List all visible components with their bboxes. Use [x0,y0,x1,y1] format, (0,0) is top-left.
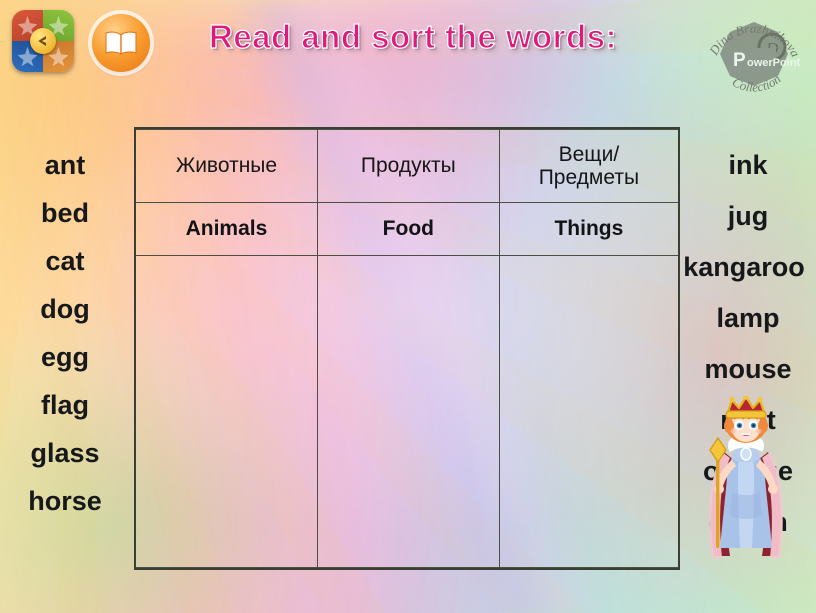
table-header-row-russian: Животные Продукты Вещи/ Предметы [136,129,678,203]
list-item[interactable]: ant [0,152,130,179]
column-header-en-animals: Animals [136,202,318,256]
app-icon-center-badge [30,28,56,54]
column-header-ru-things-line1: Вещи/ [558,142,620,166]
column-header-en-food: Food [316,202,500,256]
powerpoint-collection-watermark: D P owerPoint Dina Brazhnikova Collectio… [700,6,808,102]
list-item[interactable]: lamp [672,305,816,332]
list-item[interactable]: cat [0,248,130,275]
column-header-en-things: Things [498,202,678,256]
list-item[interactable]: egg [0,344,130,371]
list-item[interactable]: kangaroo [664,254,816,281]
drop-cell-food[interactable] [316,255,500,568]
list-item[interactable]: dog [0,296,130,323]
list-item[interactable]: horse [0,488,130,515]
column-header-ru-things: Вещи/ Предметы [498,129,678,203]
table-row [136,255,678,568]
drop-cell-animals[interactable] [136,255,318,568]
slide-canvas: Read and sort the words: D P owerPoint D… [0,0,816,613]
list-item[interactable]: flag [0,392,130,419]
column-header-ru-animals: Животные [136,129,318,203]
watermark-brand-initial: P [733,50,746,71]
sorting-table: Животные Продукты Вещи/ Предметы Animals… [134,127,680,570]
table-header-row-english: Animals Food Things [136,202,678,256]
watermark-brand: owerPoint [747,57,801,69]
open-book-icon[interactable] [92,14,150,72]
list-item[interactable]: jug [672,203,816,230]
column-header-ru-food: Продукты [316,129,500,203]
drop-cell-things[interactable] [498,255,678,568]
column-header-ru-things-line2: Предметы [538,166,640,189]
list-item[interactable]: ink [672,152,816,179]
queen-character-illustration [694,396,798,562]
page-title: Read and sort the words: [208,17,618,55]
left-word-list: ant bed cat dog egg flag glass horse [0,152,130,536]
quad-app-icon[interactable] [12,10,74,72]
slide-header: Read and sort the words: D P owerPoint D… [0,0,816,95]
list-item[interactable]: mouse [672,356,816,383]
list-item[interactable]: glass [0,440,130,467]
list-item[interactable]: bed [0,200,130,227]
